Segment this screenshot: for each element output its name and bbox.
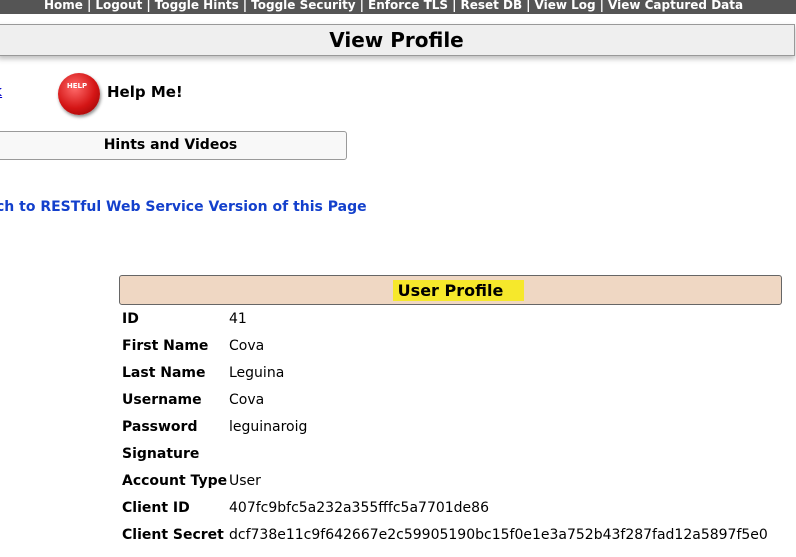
nav-separator: | [146,0,151,12]
nav-separator: | [242,0,248,12]
nav-view-captured-data-link[interactable]: View Captured Data [608,0,743,12]
user-profile-header: User Profile [119,275,782,305]
help-button-icon[interactable]: HELP [58,73,100,115]
nav-separator: | [599,0,604,12]
field-label: Signature [122,446,200,462]
field-label: Client Secret [122,527,224,543]
nav-separator: | [86,0,92,12]
field-label: Client ID [122,500,190,516]
nav-separator: | [526,0,531,12]
restful-service-link[interactable]: ch to RESTful Web Service Version of thi… [0,199,367,215]
field-label: Account Type [122,473,228,489]
nav-view-log-link[interactable]: View Log [535,0,596,12]
nav-reset-db-link[interactable]: Reset DB [460,0,522,12]
field-value: dcf738e11c9f642667e2c59905190bc15f0e1e3a… [229,527,768,543]
field-value: Cova [229,338,265,354]
nav-home-link[interactable]: Home [44,0,83,12]
field-label: Username [122,392,202,408]
nav-toggle-security-link[interactable]: Toggle Security [251,0,355,12]
field-value: leguinaroig [229,419,308,435]
field-value: User [229,473,261,489]
nav-toggle-hints-link[interactable]: Toggle Hints [155,0,239,12]
nav-logout-link[interactable]: Logout [95,0,142,12]
field-value: 41 [229,311,247,327]
field-label: First Name [122,338,209,354]
field-value: 407fc9bfc5a232a355fffc5a7701de86 [229,500,489,516]
nav-enforce-tls-link[interactable]: Enforce TLS [368,0,448,12]
field-label: Last Name [122,365,206,381]
field-value: Leguina [229,365,285,381]
page-title: View Profile [0,24,795,56]
nav-separator: | [452,0,457,12]
user-profile-title: User Profile [397,281,504,300]
back-link[interactable]: k [0,84,2,100]
help-me-label[interactable]: Help Me! [107,83,183,101]
nav-links: Home | Logout | Toggle Hints | Toggle Security… [44,0,743,11]
nav-separator: | [359,0,365,12]
field-value: Cova [229,392,265,408]
field-label: ID [122,311,139,327]
hints-and-videos-toggle[interactable]: Hints and Videos [0,131,347,160]
field-label: Password [122,419,198,435]
help-icon-text: HELP [66,82,88,90]
top-navigation-bar: Home | Logout | Toggle Hints | Toggle Security… [0,0,796,14]
